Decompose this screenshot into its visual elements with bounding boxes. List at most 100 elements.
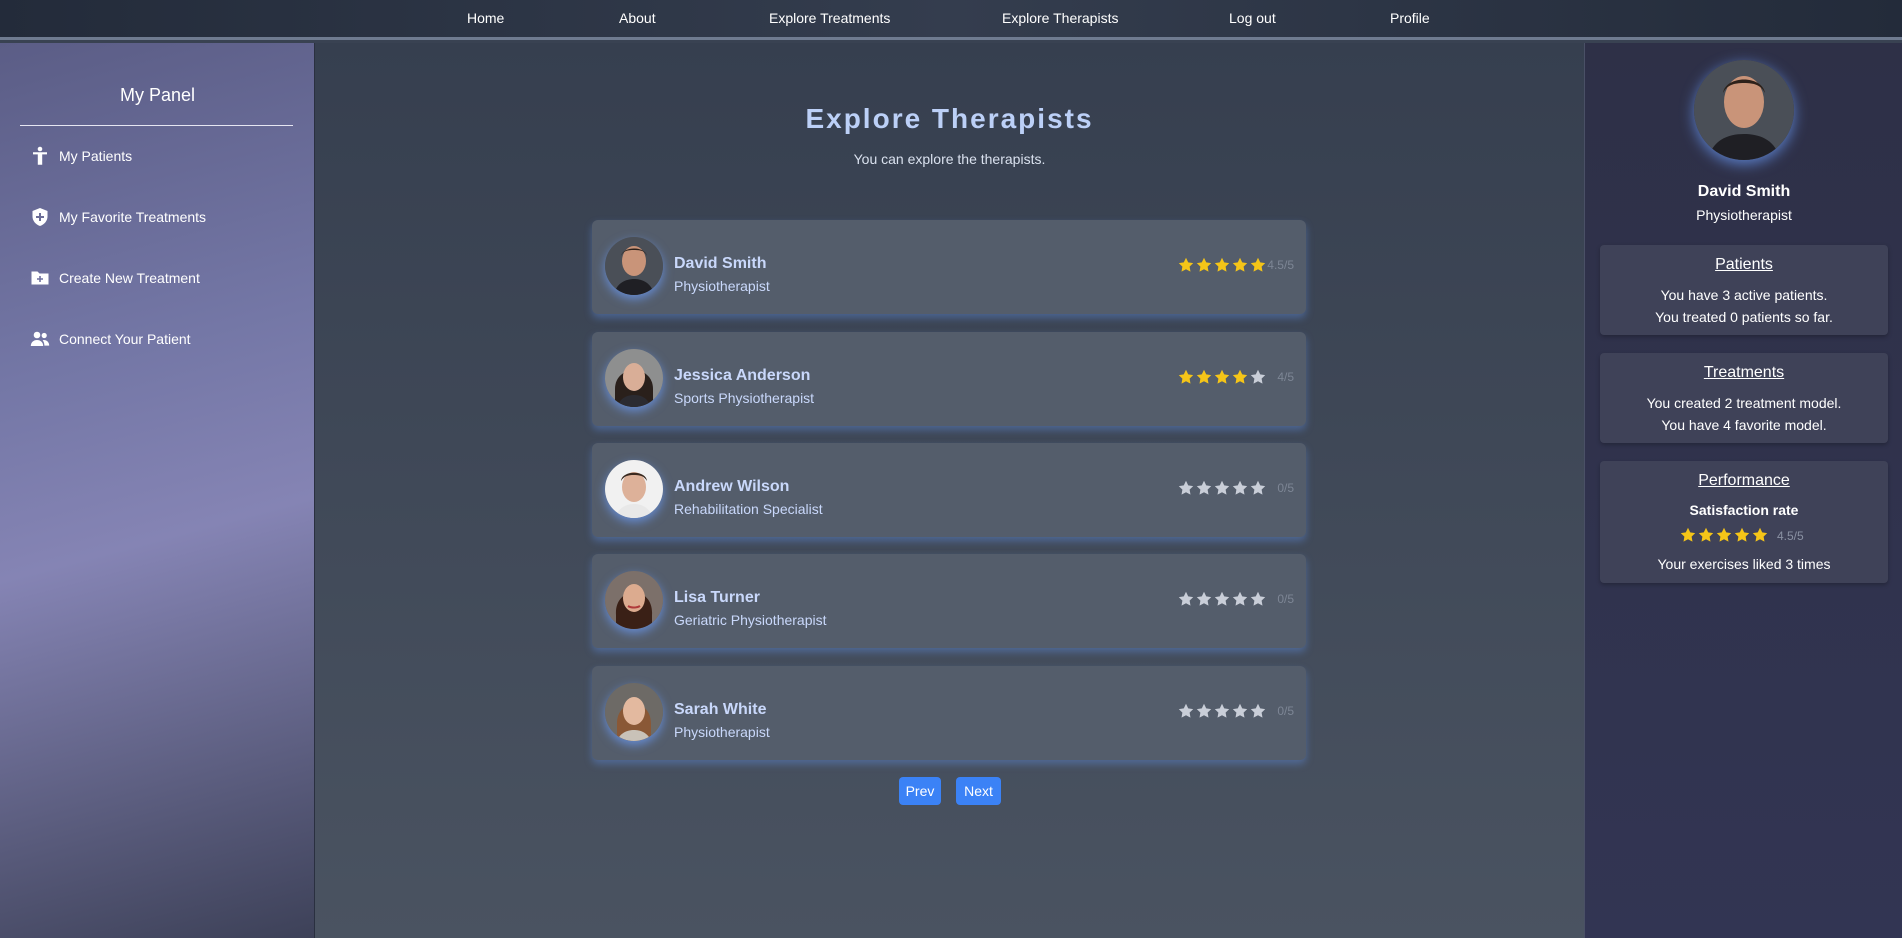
star-icon <box>1178 591 1194 606</box>
therapist-name: Lisa Turner <box>674 589 760 606</box>
main-content: Explore Therapists You can explore the t… <box>315 43 1584 938</box>
left-sidebar: My Panel My Patients My Favorite Treatme… <box>0 43 315 938</box>
star-rating <box>1178 256 1266 274</box>
star-icon <box>1196 591 1212 606</box>
person-icon <box>30 146 50 166</box>
users-icon <box>30 329 50 349</box>
top-navbar: Home About Explore Treatments Explore Th… <box>0 0 1902 40</box>
star-icon <box>1734 527 1750 542</box>
star-icon <box>1196 703 1212 718</box>
sidebar-item-my-patients[interactable]: My Patients <box>30 144 132 168</box>
star-icon <box>1214 703 1230 718</box>
rating-text: 4/5 <box>1277 370 1294 384</box>
star-rating <box>1178 479 1266 497</box>
nav-profile-link[interactable]: Profile <box>1390 10 1430 26</box>
therapist-card[interactable]: Lisa Turner Geriatric Physiotherapist 0/… <box>592 554 1306 648</box>
star-icon <box>1716 527 1732 542</box>
star-icon <box>1178 257 1194 272</box>
sidebar-item-label: Connect Your Patient <box>59 331 191 347</box>
nav-explore-therapists-link[interactable]: Explore Therapists <box>1002 10 1118 26</box>
panel-divider <box>20 125 293 126</box>
therapist-role: Geriatric Physiotherapist <box>674 612 827 628</box>
star-icon <box>1232 703 1248 718</box>
profile-name: David Smith <box>1697 183 1791 200</box>
rating-text: 0/5 <box>1277 704 1294 718</box>
patients-active-text: You have 3 active patients. <box>1660 287 1828 303</box>
nav-about-link[interactable]: About <box>619 10 656 26</box>
avatar <box>605 237 663 295</box>
star-rating <box>1178 590 1266 608</box>
star-icon <box>1196 257 1212 272</box>
nav-home-link[interactable]: Home <box>467 10 504 26</box>
star-icon <box>1214 369 1230 384</box>
sidebar-item-label: My Favorite Treatments <box>59 209 207 225</box>
treatments-favorite-text: You have 4 favorite model. <box>1661 417 1827 433</box>
therapist-role: Physiotherapist <box>674 724 770 740</box>
star-icon <box>1698 527 1714 542</box>
star-icon <box>1232 480 1248 495</box>
star-icon <box>1178 480 1194 495</box>
star-icon <box>1214 480 1230 495</box>
sidebar-item-connect-patient[interactable]: Connect Your Patient <box>30 327 191 351</box>
patients-title[interactable]: Patients <box>1600 256 1888 274</box>
star-icon <box>1250 591 1266 606</box>
avatar <box>605 683 663 741</box>
rating-text: 0/5 <box>1277 481 1294 495</box>
prev-button[interactable]: Prev <box>899 777 941 805</box>
therapist-name: Sarah White <box>674 701 767 718</box>
profile-avatar <box>1694 60 1794 160</box>
therapist-role: Physiotherapist <box>674 278 770 294</box>
avatar <box>605 349 663 407</box>
likes-text: Your exercises liked 3 times <box>1657 556 1831 572</box>
star-icon <box>1214 591 1230 606</box>
avatar <box>605 460 663 518</box>
star-icon <box>1178 703 1194 718</box>
star-icon <box>1752 527 1768 542</box>
star-icon <box>1250 369 1266 384</box>
avatar <box>605 571 663 629</box>
rating-text: 4.5/5 <box>1777 529 1804 543</box>
star-icon <box>1250 257 1266 272</box>
profile-panel: David Smith Physiotherapist Patients You… <box>1584 43 1902 938</box>
therapist-name: David Smith <box>674 255 767 272</box>
treatments-created-text: You created 2 treatment model. <box>1646 395 1842 411</box>
shield-plus-icon <box>30 207 50 227</box>
star-rating <box>1680 527 1768 543</box>
therapist-card[interactable]: Sarah White Physiotherapist 0/5 <box>592 666 1306 760</box>
star-rating <box>1178 702 1266 720</box>
treatments-title[interactable]: Treatments <box>1600 364 1888 382</box>
page-title: Explore Therapists <box>805 103 1094 134</box>
therapist-card[interactable]: Andrew Wilson Rehabilitation Specialist … <box>592 443 1306 537</box>
star-icon <box>1250 480 1266 495</box>
patients-stats: Patients You have 3 active patients. You… <box>1600 245 1888 335</box>
profile-role: Physiotherapist <box>1696 207 1792 223</box>
sidebar-item-favorite-treatments[interactable]: My Favorite Treatments <box>30 205 206 229</box>
star-icon <box>1214 257 1230 272</box>
nav-explore-treatments-link[interactable]: Explore Treatments <box>769 10 890 26</box>
star-icon <box>1196 480 1212 495</box>
treatments-stats: Treatments You created 2 treatment model… <box>1600 353 1888 443</box>
therapist-card[interactable]: Jessica Anderson Sports Physiotherapist … <box>592 332 1306 426</box>
star-rating <box>1178 368 1266 386</box>
star-icon <box>1232 369 1248 384</box>
next-button[interactable]: Next <box>956 777 1001 805</box>
folder-plus-icon <box>30 268 50 288</box>
sidebar-item-create-treatment[interactable]: Create New Treatment <box>30 266 200 290</box>
page-subtitle: You can explore the therapists. <box>853 151 1046 167</box>
nav-logout-link[interactable]: Log out <box>1229 10 1276 26</box>
rating-text: 0/5 <box>1277 592 1294 606</box>
star-icon <box>1250 703 1266 718</box>
performance-title[interactable]: Performance <box>1600 472 1888 490</box>
star-icon <box>1178 369 1194 384</box>
sidebar-item-label: Create New Treatment <box>59 270 200 286</box>
rating-text: 4.5/5 <box>1267 258 1294 272</box>
therapist-name: Andrew Wilson <box>674 478 790 495</box>
patients-treated-text: You treated 0 patients so far. <box>1655 309 1833 325</box>
star-icon <box>1232 591 1248 606</box>
therapist-role: Rehabilitation Specialist <box>674 501 823 517</box>
therapist-role: Sports Physiotherapist <box>674 390 815 406</box>
star-icon <box>1196 369 1212 384</box>
therapist-name: Jessica Anderson <box>674 367 811 384</box>
therapist-card[interactable]: David Smith Physiotherapist 4.5/5 <box>592 220 1306 314</box>
performance-stats: Performance Satisfaction rate 4.5/5 Your… <box>1600 461 1888 583</box>
